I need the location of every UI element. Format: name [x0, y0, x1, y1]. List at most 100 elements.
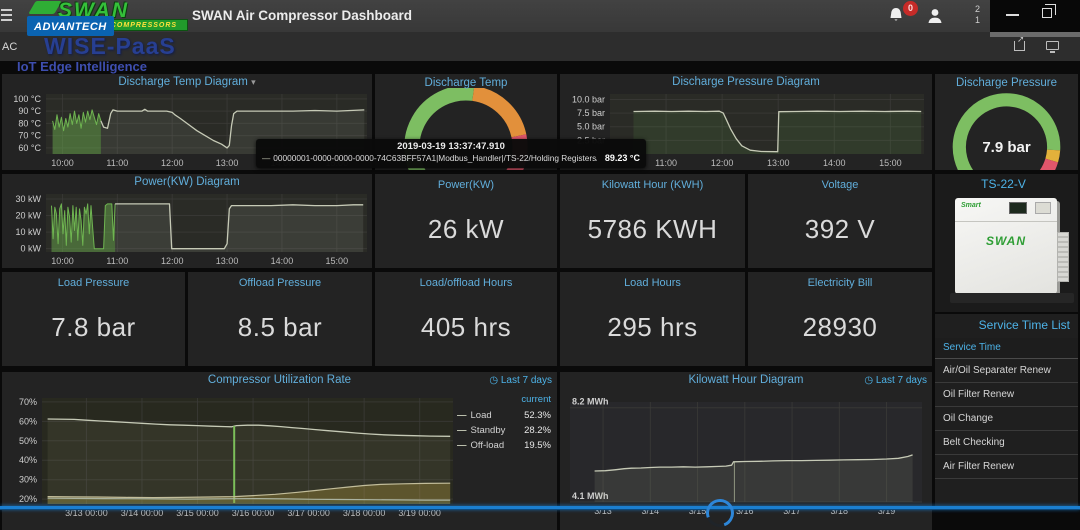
electricity-bill-stat-panel: Electricity Bill 28930 [748, 272, 932, 366]
svg-text:8.2 MWh: 8.2 MWh [572, 397, 609, 407]
machine-sticker [1035, 202, 1051, 214]
svg-text:60%: 60% [19, 416, 37, 426]
svg-text:10 kW: 10 kW [15, 227, 41, 237]
stat-title: Load Hours [624, 277, 681, 289]
legend-item-offload[interactable]: — Off-load 19.5% [457, 438, 551, 453]
stat-value: 295 hrs [607, 289, 697, 366]
dashboard-screen: SWAN ADVANTECH COMPRESSORS SWAN Air Comp… [0, 0, 1080, 530]
time-range-selector[interactable]: ◷ Last 7 days [864, 375, 927, 386]
table-row[interactable]: Air Filter Renew [935, 455, 1078, 479]
machine-screen [1009, 202, 1027, 214]
svg-text:11:00: 11:00 [655, 158, 677, 168]
discharge-pressure-gauge-panel: Discharge Pressure 7.9 bar [935, 74, 1078, 170]
panel-title[interactable]: Compressor Utilization Rate [2, 374, 557, 386]
svg-text:20%: 20% [19, 494, 37, 504]
panel-title[interactable]: Discharge Temp Diagram ▾ [2, 76, 372, 88]
legend-item-load[interactable]: — Load 52.3% [457, 408, 551, 423]
kilowatt-hour-stat-panel: Kilowatt Hour (KWH) 5786 KWH [560, 174, 745, 268]
notification-badge: 0 [903, 1, 918, 16]
voltage-stat-panel: Voltage 392 V [748, 174, 932, 268]
table-row[interactable]: Oil Change [935, 407, 1078, 431]
stat-value: 8.5 bar [238, 289, 322, 366]
table-row[interactable]: Belt Checking [935, 431, 1078, 455]
stat-title: Load/offload Hours [420, 277, 513, 289]
page-title: SWAN Air Compressor Dashboard [192, 8, 412, 23]
panel-title[interactable]: Power(KW) Diagram [2, 176, 372, 188]
clock-text: 21 [975, 4, 989, 26]
svg-text:13:00: 13:00 [767, 158, 790, 168]
series-swatch: — [457, 438, 467, 453]
user-avatar-icon[interactable] [925, 6, 945, 26]
svg-text:40%: 40% [19, 455, 37, 465]
table-row[interactable]: Oil Filter Renew [935, 383, 1078, 407]
svg-text:0 kW: 0 kW [20, 244, 41, 254]
power-kw-chart[interactable]: 10:0011:0012:0013:0014:0015:0030 kW20 kW… [2, 188, 372, 268]
svg-text:30 kW: 30 kW [15, 194, 41, 204]
svg-text:60 °C: 60 °C [18, 143, 41, 153]
video-progress-bar[interactable] [0, 506, 1080, 509]
legend-item-standby[interactable]: — Standby 28.2% [457, 423, 551, 438]
svg-text:15:00: 15:00 [326, 256, 349, 266]
stat-title: Voltage [822, 179, 859, 191]
power-kw-diagram-panel: Power(KW) Diagram 10:0011:0012:0013:0014… [2, 174, 372, 268]
breadcrumb: AC [2, 41, 17, 53]
advantech-logo: ADVANTECH [27, 16, 114, 36]
stat-title: Offload Pressure [239, 277, 321, 289]
svg-text:70%: 70% [19, 397, 37, 407]
minimize-button[interactable] [1006, 14, 1019, 16]
svg-text:12:00: 12:00 [161, 158, 184, 168]
machine-base [950, 293, 1074, 303]
series-swatch: — [457, 423, 467, 438]
stat-title: Electricity Bill [808, 277, 873, 289]
panel-title[interactable]: Discharge Pressure Diagram [560, 76, 932, 88]
swan-logo-wing [28, 1, 62, 14]
svg-text:80 °C: 80 °C [18, 118, 41, 128]
stat-value: 26 kW [428, 191, 504, 268]
clock-icon: ◷ [489, 375, 498, 386]
iot-edge-intelligence-label: IoT Edge Intelligence [17, 59, 147, 74]
svg-text:10:00: 10:00 [51, 256, 74, 266]
load-hours-stat-panel: Load Hours 295 hrs [560, 272, 745, 366]
gauge-value: 7.9 bar [935, 139, 1078, 156]
stat-value: 28930 [803, 289, 878, 366]
time-range-selector[interactable]: ◷ Last 7 days [489, 375, 552, 386]
chart-legend: current — Load 52.3% — Standby 28.2% — O… [457, 394, 551, 453]
stat-title: Power(KW) [438, 179, 494, 191]
stat-title: Load Pressure [58, 277, 130, 289]
svg-text:15:00: 15:00 [879, 158, 902, 168]
chevron-down-icon: ▾ [251, 77, 256, 87]
power-kw-stat-panel: Power(KW) 26 kW [375, 174, 557, 268]
svg-text:10.0 bar: 10.0 bar [572, 94, 605, 104]
compressor-image: Smart SWAN [955, 198, 1057, 294]
chart-tooltip: 2019-03-19 13:37:47.910 — 00000001-0000-… [256, 139, 646, 168]
service-time-table: Service Time Air/Oil Separater Renew Oil… [935, 338, 1078, 479]
panel-title: Service Time List [979, 318, 1070, 332]
monitor-icon[interactable] [1046, 41, 1059, 50]
panel-title: Discharge Pressure [935, 77, 1078, 89]
load-offload-hours-stat-panel: Load/offload Hours 405 hrs [375, 272, 557, 366]
hamburger-menu-icon[interactable] [1, 6, 12, 24]
share-icon[interactable] [1014, 41, 1025, 51]
machine-image-panel: TS-22-V Smart SWAN [935, 174, 1078, 312]
table-column-header[interactable]: Service Time [935, 338, 1078, 359]
stat-value: 405 hrs [421, 289, 511, 366]
svg-text:90 °C: 90 °C [18, 106, 41, 116]
svg-text:20 kW: 20 kW [15, 211, 41, 221]
svg-text:14:00: 14:00 [271, 256, 294, 266]
svg-text:12:00: 12:00 [161, 256, 184, 266]
floating-window-scrollbar[interactable] [990, 32, 1080, 37]
svg-text:12:00: 12:00 [711, 158, 734, 168]
wise-paas-watermark: WISE-PaaS [44, 33, 176, 60]
svg-text:13:00: 13:00 [216, 158, 239, 168]
tooltip-value: 89.23 °C [597, 153, 640, 163]
svg-text:14:00: 14:00 [823, 158, 846, 168]
tooltip-series-name: 00000001-0000-0000-0000-74C63BFF57A1|Mod… [273, 153, 597, 163]
restore-window-button[interactable] [1042, 8, 1052, 18]
machine-model-label: TS-22-V [935, 177, 1072, 191]
svg-text:11:00: 11:00 [106, 256, 128, 266]
discharge-pressure-gauge [935, 88, 1078, 170]
svg-text:50%: 50% [19, 436, 37, 446]
svg-text:5.0 bar: 5.0 bar [577, 122, 605, 132]
table-row[interactable]: Air/Oil Separater Renew [935, 359, 1078, 383]
tooltip-series-mark: — [262, 153, 270, 163]
